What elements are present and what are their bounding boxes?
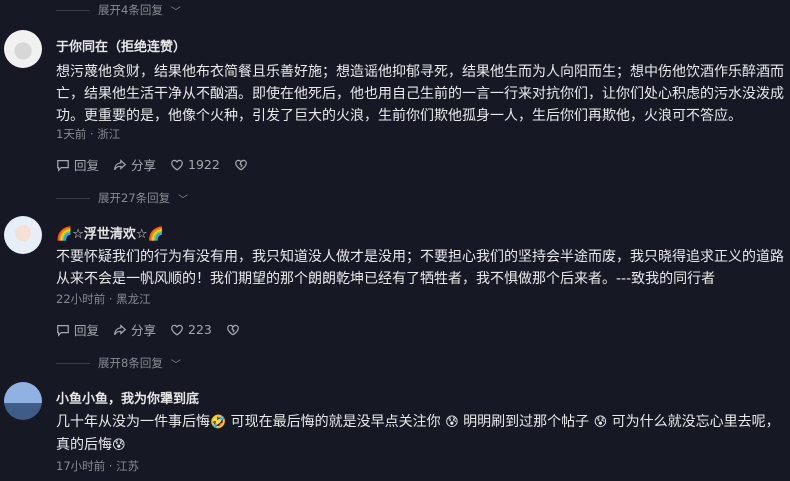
like-button[interactable]: 1922 <box>170 157 220 172</box>
anxious-emoji: 😰 <box>112 438 126 453</box>
share-button[interactable]: 分享 <box>113 320 156 339</box>
like-button[interactable]: 223 <box>170 322 212 337</box>
share-label: 分享 <box>131 158 157 173</box>
username[interactable]: 于你同在（拒绝连赞） <box>56 36 186 55</box>
reply-label: 回复 <box>74 158 100 173</box>
text-segment: 明明刷到过那个帖子 <box>458 414 594 430</box>
rainbow-emoji: 🌈 <box>56 227 73 242</box>
share-icon <box>114 158 127 170</box>
expand-replies[interactable]: 展开8条回复 ﹀ <box>56 353 181 373</box>
username[interactable]: 🌈☆浮世清欢☆🌈 <box>56 223 164 242</box>
chevron-down-icon: ﹀ <box>170 359 181 371</box>
comment-actions: 回复 分享 223 <box>56 320 240 339</box>
avatar[interactable] <box>4 30 42 68</box>
expand-replies-label: 展开4条回复 <box>98 3 163 17</box>
reply-icon <box>57 159 69 172</box>
chevron-down-icon: ﹀ <box>178 194 189 206</box>
rofl-emoji: 🤣 <box>210 415 227 430</box>
comment-actions: 回复 分享 1922 <box>56 155 248 174</box>
anxious-emoji: 😰 <box>445 415 459 430</box>
text-segment: 可现在最后悔的就是没早点关注你 <box>226 414 446 430</box>
like-count: 223 <box>188 322 212 337</box>
broken-heart-icon <box>227 324 239 335</box>
text-segment: 几十年从没为一件事后悔 <box>56 414 210 430</box>
chevron-down-icon: ﹀ <box>170 6 181 18</box>
heart-icon <box>171 159 183 171</box>
like-count: 1922 <box>188 157 220 172</box>
reply-icon <box>57 324 69 337</box>
comment-text: 不要怀疑我们的行为有没有用，我只知道没人做才是没用；不要担心我们的坚持会半途而废… <box>56 249 784 287</box>
reply-button[interactable]: 回复 <box>56 155 99 174</box>
comment-text: 想污蔑他贪财，结果他布衣简餐且乐善好施；想造谣他抑郁寻死，结果他生而为人向阳而生… <box>56 64 784 124</box>
divider-line <box>56 9 90 11</box>
comment-text: 几十年从没为一件事后悔🤣 可现在最后悔的就是没早点关注你 😰 明明刷到过那个帖子… <box>56 411 784 457</box>
username[interactable]: 小鱼小鱼，我为你犟到底 <box>56 388 199 407</box>
anxious-emoji: 😰 <box>593 415 608 430</box>
reply-label: 回复 <box>74 323 100 338</box>
comment-meta: 1天前 · 浙江 <box>56 127 121 141</box>
expand-replies-top[interactable]: 展开4条回复 ﹀ <box>56 0 181 20</box>
broken-heart-icon <box>234 159 247 170</box>
rainbow-emoji: 🌈 <box>147 227 164 242</box>
avatar[interactable] <box>4 382 42 420</box>
username-label: ☆浮世清欢☆ <box>72 227 148 242</box>
comment-meta: 22小时前 · 黑龙江 <box>56 292 151 306</box>
dislike-button[interactable] <box>234 158 248 172</box>
share-icon <box>114 323 127 335</box>
share-label: 分享 <box>131 323 157 338</box>
expand-replies-label: 展开8条回复 <box>98 356 163 370</box>
heart-icon <box>171 324 183 336</box>
expand-replies[interactable]: 展开27条回复 ﹀ <box>56 188 188 208</box>
expand-replies-label: 展开27条回复 <box>98 191 171 205</box>
divider-line <box>56 197 90 199</box>
comment-meta: 17小时前 · 江苏 <box>56 459 140 473</box>
dislike-button[interactable] <box>226 323 240 337</box>
divider-line <box>56 362 90 364</box>
avatar[interactable] <box>4 216 42 254</box>
share-button[interactable]: 分享 <box>113 155 156 174</box>
reply-button[interactable]: 回复 <box>56 320 99 339</box>
